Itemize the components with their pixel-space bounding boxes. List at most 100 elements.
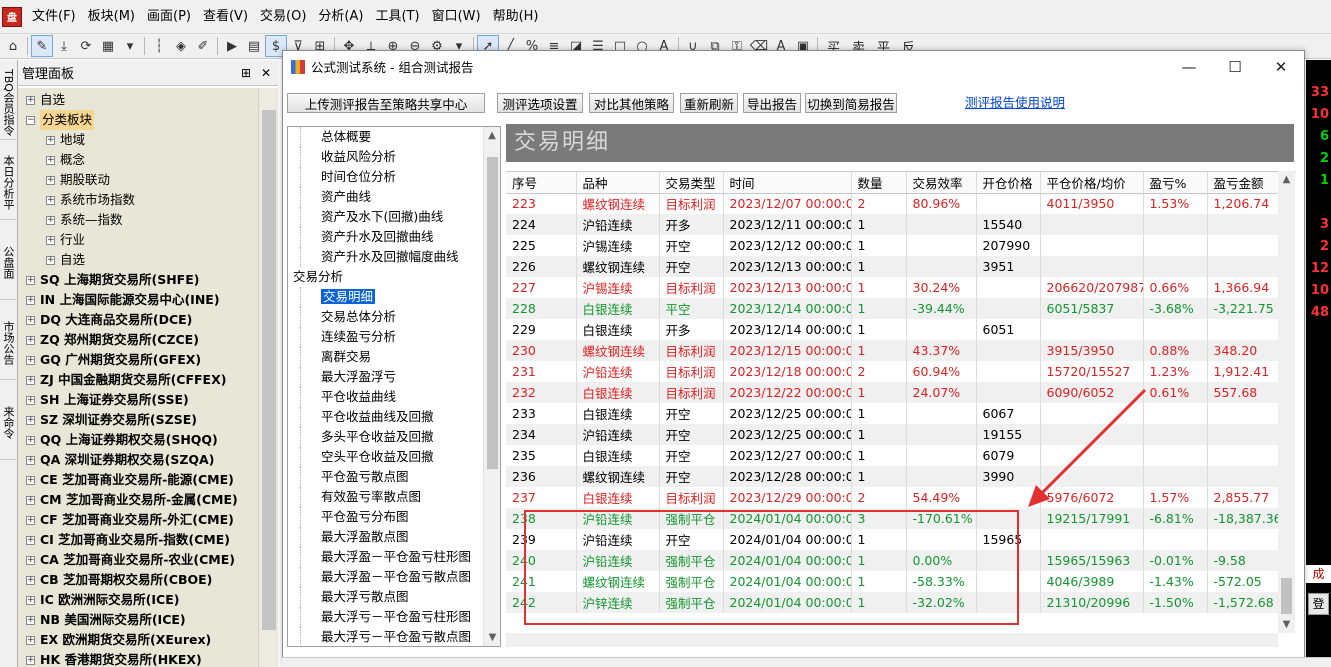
report-nav-item[interactable]: 交易总体分析 — [300, 307, 500, 327]
dropdown-icon[interactable]: ▾ — [119, 35, 141, 57]
close-button[interactable]: ✕ — [1258, 51, 1304, 82]
tree-item[interactable]: + GQ 广州期货交易所(GFEX) — [18, 350, 258, 370]
tree-item[interactable]: + IC 欧洲洲际交易所(ICE) — [18, 590, 258, 610]
tree-item[interactable]: + HK 香港期货交易所(HKEX) — [18, 650, 258, 667]
column-header[interactable]: 开仓价格 — [976, 172, 1041, 194]
home-icon[interactable]: ⌂ — [2, 35, 24, 57]
simple-report-button[interactable]: 切换到简易报告 — [805, 93, 897, 113]
tree-item[interactable]: + QA 深圳证券期权交易(SZQA) — [18, 450, 258, 470]
table-row[interactable]: 228 白银连续 平空 2023/12/14 00:00:00 1 -39.44% 6051… — [506, 298, 1279, 319]
table-row[interactable]: 229 白银连续 开多 2023/12/14 00:00:00 1 6051 — [506, 319, 1279, 340]
table-row[interactable]: 237 白银连续 目标利润 2023/12/29 00:00:00 2 54.49% 597… — [506, 487, 1279, 508]
expand-icon[interactable]: + — [26, 375, 35, 385]
report-nav-item[interactable]: 最大浮盈浮亏 — [300, 367, 500, 387]
report-nav-item[interactable]: 资产升水及回撤幅度曲线 — [300, 247, 500, 267]
report-nav-item[interactable]: 最大浮亏散点图 — [300, 587, 500, 607]
tree-item[interactable]: + 自选 — [18, 250, 258, 270]
report-nav-item[interactable]: 资产曲线 — [300, 187, 500, 207]
menu-item-1[interactable]: 板块(M) — [82, 0, 141, 33]
expand-icon[interactable]: + — [46, 215, 55, 225]
expand-icon[interactable]: + — [26, 635, 35, 645]
report-nav-item[interactable]: 时间仓位分析 — [300, 167, 500, 187]
tree-item[interactable]: + 期股联动 — [18, 170, 258, 190]
tree-scrollbar[interactable] — [258, 88, 278, 667]
sync-icon[interactable]: ⟳ — [75, 35, 97, 57]
menu-item-5[interactable]: 分析(A) — [312, 0, 369, 33]
tree-item[interactable]: + CM 芝加哥商业交易所-金属(CME) — [18, 490, 258, 510]
vertical-tab-4[interactable]: 来命令 — [0, 380, 16, 460]
tree-item[interactable]: − 分类板块 — [18, 110, 258, 130]
report-help-link[interactable]: 测评报告使用说明 — [965, 93, 1065, 113]
report-nav-item[interactable]: 交易明细 — [300, 287, 500, 307]
table-row[interactable]: 234 沪铅连续 开空 2023/12/25 00:00:00 1 19155 — [506, 424, 1279, 445]
menu-item-4[interactable]: 交易(O) — [254, 0, 312, 33]
table-row[interactable]: 233 白银连续 开空 2023/12/25 00:00:00 1 6067 — [506, 403, 1279, 424]
edit-icon[interactable]: ✐ — [192, 35, 214, 57]
alert-icon[interactable]: ◈ — [170, 35, 192, 57]
export-report-button[interactable]: 导出报告 — [743, 93, 801, 113]
table-row[interactable]: 231 沪铅连续 目标利润 2023/12/18 00:00:00 2 60.94% 157… — [506, 361, 1279, 382]
scroll-thumb[interactable] — [487, 157, 498, 469]
table-row[interactable]: 227 沪锡连续 目标利润 2023/12/13 00:00:00 1 30.24% 206… — [506, 277, 1279, 298]
table-row[interactable]: 223 螺纹钢连续 目标利润 2023/12/07 00:00:00 2 80.96% 40… — [506, 193, 1279, 214]
report-nav-item[interactable]: 平仓盈亏分布图 — [300, 507, 500, 527]
tree-item[interactable]: + CI 芝加哥商业交易所-指数(CME) — [18, 530, 258, 550]
column-header[interactable]: 时间 — [723, 172, 852, 194]
menu-item-6[interactable]: 工具(T) — [369, 0, 425, 33]
vertical-tab-0[interactable]: TBQ会员指令 — [0, 60, 16, 140]
expand-icon[interactable]: + — [26, 335, 35, 345]
collapse-icon[interactable]: − — [26, 115, 35, 125]
test-options-button[interactable]: 测评选项设置 — [497, 93, 583, 113]
expand-icon[interactable]: + — [26, 615, 35, 625]
expand-icon[interactable]: + — [46, 255, 55, 265]
tree-item[interactable]: + SQ 上海期货交易所(SHFE) — [18, 270, 258, 290]
minimize-button[interactable]: — — [1166, 51, 1212, 82]
tree-item[interactable]: + 系统市场指数 — [18, 190, 258, 210]
download-icon[interactable]: ⤓ — [53, 35, 75, 57]
tree-item[interactable]: + CB 芝加哥期权交易所(CBOE) — [18, 570, 258, 590]
report-nav-item[interactable]: 资产升水及回撤曲线 — [300, 227, 500, 247]
table-row[interactable]: 230 螺纹钢连续 目标利润 2023/12/15 00:00:00 1 43.37% 39… — [506, 340, 1279, 361]
table-row[interactable]: 236 螺纹钢连续 开空 2023/12/28 00:00:00 1 3990 — [506, 466, 1279, 487]
expand-icon[interactable]: + — [26, 515, 35, 525]
vertical-tab-3[interactable]: 市场公告 — [0, 300, 16, 380]
report-nav-item[interactable]: 最大浮盈散点图 — [300, 527, 500, 547]
column-header[interactable]: 数量 — [851, 172, 907, 194]
expand-icon[interactable]: + — [46, 135, 55, 145]
maximize-button[interactable]: ☐ — [1212, 51, 1258, 82]
column-header[interactable]: 盈亏% — [1143, 172, 1208, 194]
column-header[interactable]: 品种 — [576, 172, 660, 194]
report-nav-item[interactable]: 交易分析 — [288, 267, 500, 287]
column-header[interactable]: 交易效率 — [906, 172, 977, 194]
table-row[interactable]: 224 沪铅连续 开多 2023/12/11 00:00:00 1 15540 — [506, 214, 1279, 235]
expand-icon[interactable]: + — [46, 235, 55, 245]
tree-item[interactable]: + QQ 上海证券期权交易(SHQQ) — [18, 430, 258, 450]
table-row[interactable]: 226 螺纹钢连续 开空 2023/12/13 00:00:00 1 3951 — [506, 256, 1279, 277]
table-scrollbar[interactable]: ▲ ▼ — [1278, 171, 1295, 633]
close-icon[interactable]: ✕ — [258, 66, 274, 80]
expand-icon[interactable]: + — [46, 195, 55, 205]
tree-item[interactable]: + CE 芝加哥商业交易所-能源(CME) — [18, 470, 258, 490]
expand-icon[interactable]: + — [26, 355, 35, 365]
scroll-thumb[interactable] — [1281, 578, 1292, 614]
vertical-tab-2[interactable]: 公盘面 — [0, 220, 16, 300]
upload-report-button[interactable]: 上传测评报告至策略共享中心 — [287, 93, 485, 113]
horizontal-scrollbar[interactable] — [506, 633, 1278, 647]
scroll-down-icon[interactable]: ▼ — [1278, 616, 1295, 633]
scroll-thumb[interactable] — [262, 110, 276, 630]
report-nav-item[interactable]: 最大浮亏－平仓盈亏散点图 — [300, 627, 500, 646]
expand-icon[interactable]: + — [46, 175, 55, 185]
report-nav-item[interactable]: 连续盈亏分析 — [300, 327, 500, 347]
layout-grid-icon[interactable]: ▦ — [97, 35, 119, 57]
tree-item[interactable]: + DQ 大连商品交易所(DCE) — [18, 310, 258, 330]
pin-icon[interactable]: ⊞ — [238, 66, 254, 80]
report-nav-item[interactable]: 最大浮盈－平仓盈亏散点图 — [300, 567, 500, 587]
expand-icon[interactable]: + — [26, 655, 35, 665]
nav-scrollbar[interactable]: ▲ ▼ — [483, 127, 500, 646]
report-nav-item[interactable]: 有效盈亏率散点图 — [300, 487, 500, 507]
expand-icon[interactable]: + — [26, 455, 35, 465]
tree-item[interactable]: + ZJ 中国金融期货交易所(CFFEX) — [18, 370, 258, 390]
column-header[interactable]: 序号 — [506, 172, 577, 194]
expand-icon[interactable]: + — [26, 535, 35, 545]
tree-item[interactable]: + ZQ 郑州期货交易所(CZCE) — [18, 330, 258, 350]
